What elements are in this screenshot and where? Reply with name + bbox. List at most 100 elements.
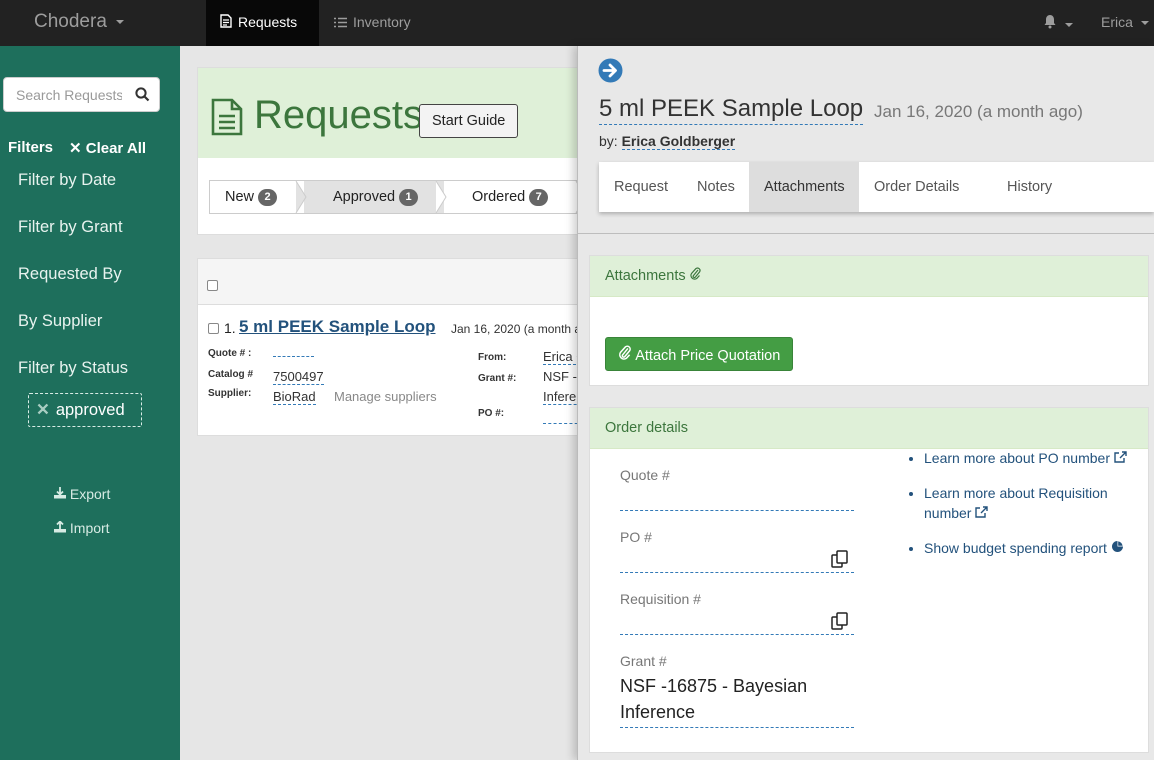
status-steps: New 2 Approved 1 Ordered 7 [209,180,609,214]
sidebar: Filters ✕ Clear All Filter by Date Filte… [0,46,180,760]
header-band: Requests Start Guide [198,68,596,158]
tab-request[interactable]: Request [599,162,683,212]
upload-icon [54,520,70,536]
catalog-label: Catalog # [208,369,254,380]
start-guide-button[interactable]: Start Guide [419,104,519,138]
quote-field-label: Quote # [620,467,670,483]
notifications-menu[interactable] [1043,14,1074,34]
chevron-down-icon [116,19,125,24]
nav-tab-requests[interactable]: Requests [206,0,319,46]
brand-name: Chodera [34,11,107,32]
copy-icon[interactable] [831,612,849,635]
tab-notes[interactable]: Notes [682,162,750,212]
import-button[interactable]: Import [54,520,110,536]
document-icon [220,1,232,45]
nav-tab-label: Requests [238,14,298,30]
chevron-down-icon [1140,21,1149,26]
paperclip-icon [618,345,635,364]
attachments-card: Attachments Attach Price Quotation [589,255,1149,386]
filter-requested-by[interactable]: Requested By [18,265,122,284]
order-details-card: Order details Quote # PO # Requisition #… [589,407,1149,753]
list-header [198,259,596,305]
list-icon [334,1,347,45]
budget-spending-report-link[interactable]: Show budget spending report [924,538,1148,558]
link-label: Learn more about Requisition number [924,485,1108,521]
download-icon [54,486,70,502]
supplier-value[interactable]: BioRad [273,389,316,405]
filter-by-supplier[interactable]: By Supplier [18,312,102,331]
requisition-field-input[interactable] [620,634,854,635]
external-link-icon [1114,450,1127,466]
filter-by-grant[interactable]: Filter by Grant [18,218,123,237]
status-chip-label: approved [55,401,125,419]
attach-price-quotation-button[interactable]: Attach Price Quotation [605,337,794,371]
from-label: From: [478,352,507,363]
link-label: Show budget spending report [924,540,1107,556]
drawer-tabs: Request Notes Attachments Order Details … [599,162,1154,212]
requisition-field-label: Requisition # [620,591,701,607]
export-label: Export [69,486,111,502]
quote-field-input[interactable] [620,510,854,511]
pie-chart-icon [1111,540,1124,556]
catalog-value[interactable]: 7500497 [273,369,324,385]
status-filter-chip[interactable]: ✕ approved [28,393,142,427]
document-icon [211,98,243,141]
supplier-label: Supplier: [208,388,252,399]
clear-all-label: Clear All [85,140,147,157]
po-field-input[interactable] [620,572,854,573]
bell-icon [1043,15,1061,33]
tab-order-details[interactable]: Order Details [859,162,974,212]
chevron-down-icon [1065,22,1074,27]
item-title-link[interactable]: 5 ml PEEK Sample Loop [239,317,436,337]
by-label: by: [599,133,618,149]
import-label: Import [69,520,110,536]
requester-name[interactable]: Erica Goldberger [621,133,736,150]
filter-by-date[interactable]: Filter by Date [18,171,116,190]
step-arrows [295,181,587,213]
filter-by-status[interactable]: Filter by Status [18,359,128,378]
manage-suppliers-link[interactable]: Manage suppliers [334,389,437,404]
grant-field-value[interactable]: NSF -16875 - Bayesian Inference [620,673,854,728]
remove-icon[interactable]: ✕ [36,401,50,419]
requested-by: by: Erica Goldberger [599,133,736,150]
copy-icon[interactable] [831,550,849,573]
search-input[interactable] [4,78,122,111]
requests-header-panel: Requests Start Guide New 2 Approved 1 Orde… [197,67,609,235]
drawer-header: 5 ml PEEK Sample Loop Jan 16, 2020 (a mo… [578,46,1154,234]
item-number: 1. [224,320,236,336]
export-button[interactable]: Export [54,486,110,502]
po-field-label: PO # [620,529,652,545]
close-icon: ✕ [69,140,82,157]
quote-label: Quote # : [208,348,252,359]
nav-tab-label: Inventory [353,14,411,30]
po-label: PO #: [478,408,505,419]
requisition-number-help-link[interactable]: Learn more about Requisition number [924,483,1148,523]
row-checkbox[interactable] [208,323,219,334]
drawer-date: Jan 16, 2020 (a month ago) [874,102,1083,121]
brand-menu[interactable]: Chodera [0,0,180,46]
link-label: Learn more about PO number [924,450,1110,466]
tab-history[interactable]: History [992,162,1067,212]
search-icon[interactable] [135,87,150,107]
tab-attachments[interactable]: Attachments [749,162,859,212]
page-title: Requests [254,93,423,137]
order-details-card-header: Order details [590,408,1148,449]
attachments-card-header: Attachments [590,256,1148,297]
user-menu[interactable]: Erica [1101,0,1149,46]
attach-button-label: Attach Price Quotation [635,347,781,364]
close-drawer-arrow-icon[interactable] [598,58,623,88]
paperclip-icon [690,267,701,284]
top-navbar: Chodera Requests Inventory Erica [0,0,1154,46]
po-number-help-link[interactable]: Learn more about PO number [924,448,1148,468]
help-links: Learn more about PO number Learn more ab… [908,448,1148,573]
select-all-checkbox[interactable] [207,280,218,291]
user-name: Erica [1101,14,1133,30]
grant-label: Grant #: [478,373,517,384]
nav-tab-inventory[interactable]: Inventory [320,0,425,46]
search-box [3,77,160,112]
clear-all-button[interactable]: ✕ Clear All [69,139,146,157]
filters-title: Filters [8,139,54,156]
quote-value[interactable] [273,356,314,357]
attachments-title: Attachments [605,268,686,284]
drawer-title[interactable]: 5 ml PEEK Sample Loop [599,94,864,125]
